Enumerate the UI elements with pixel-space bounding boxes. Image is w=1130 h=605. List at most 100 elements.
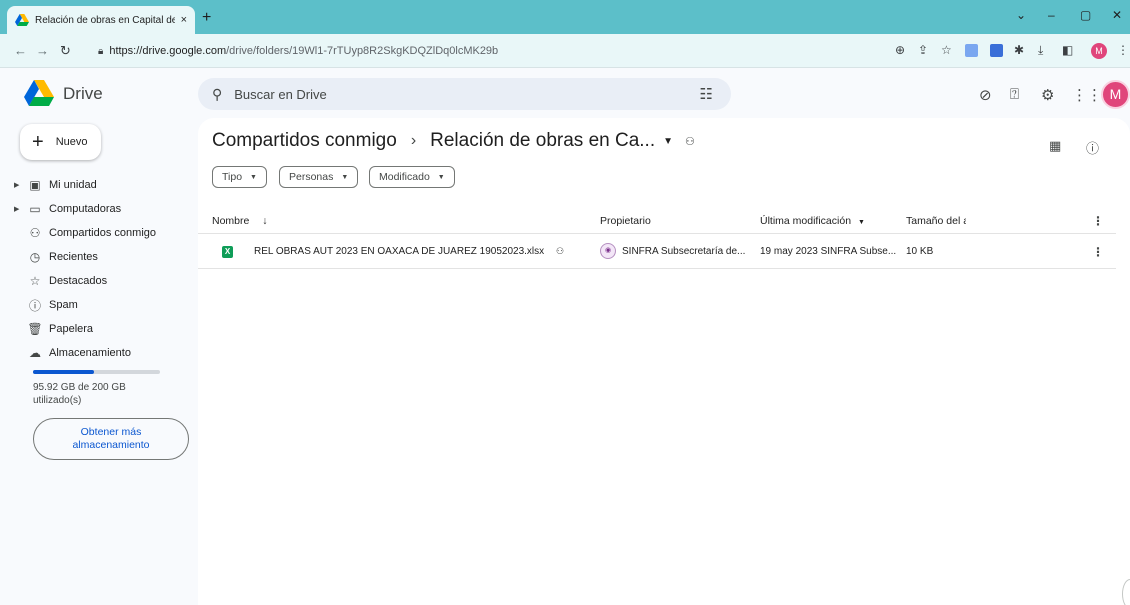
new-tab-button[interactable]: + — [202, 9, 211, 27]
address-bar[interactable]: 🔒︎ https://drive.google.com/drive/folder… — [88, 39, 888, 63]
download-icon[interactable]: ⤓ — [1038, 43, 1043, 58]
my-drive-icon: ▣ — [29, 178, 41, 192]
get-more-storage-button[interactable]: Obtener más almacenamiento — [33, 418, 189, 460]
sidebar-item-computers[interactable]: ▶ ▭ Computadoras — [14, 199, 121, 219]
chevron-down-icon: ▼ — [857, 219, 865, 226]
plus-icon: + — [32, 131, 44, 153]
lock-icon: 🔒︎ — [98, 45, 104, 57]
expand-caret-icon[interactable]: ▶ — [14, 181, 24, 189]
sidebar-item-storage[interactable]: ☁︎ Almacenamiento — [14, 343, 131, 363]
settings-gear-icon[interactable]: ⚙ — [1041, 86, 1054, 104]
sidebar-item-label: Almacenamiento — [49, 347, 131, 359]
drive-logo-icon[interactable] — [24, 80, 54, 106]
clock-icon: ◷ — [29, 250, 41, 264]
apps-grid-icon[interactable]: ⋮⋮ — [1072, 86, 1102, 104]
offline-ready-icon[interactable]: ⊘ — [979, 86, 992, 104]
breadcrumb-current-folder[interactable]: Relación de obras en Ca... — [430, 130, 655, 152]
sidebar-item-label: Mi unidad — [49, 179, 97, 191]
scroll-handle[interactable] — [1122, 579, 1130, 605]
url-host: https://drive.google.com — [109, 45, 227, 57]
sidebar-item-shared-with-me[interactable]: ⚇ Compartidos conmigo — [14, 223, 156, 243]
breadcrumb-parent[interactable]: Compartidos conmigo — [212, 130, 397, 152]
filter-type-chip[interactable]: Tipo ▼ — [212, 166, 267, 188]
info-icon[interactable]: ⓘ — [1086, 138, 1099, 157]
search-icon[interactable]: ⚲ — [212, 86, 222, 103]
chevron-down-icon: ▼ — [341, 173, 349, 181]
chevron-down-icon: ▼ — [437, 173, 445, 181]
account-avatar[interactable]: M — [1101, 80, 1130, 109]
storage-usage-text: 95.92 GB de 200 GB utilizado(s) — [33, 382, 126, 406]
filter-label: Tipo — [222, 171, 243, 183]
browser-toolbar: ← → ↻ 🔒︎ https://drive.google.com/drive/… — [0, 34, 1130, 68]
search-placeholder: Buscar en Drive — [234, 86, 327, 102]
sidebar-item-starred[interactable]: ☆ Destacados — [14, 271, 107, 291]
chevron-down-icon[interactable]: ▼ — [663, 136, 673, 147]
browser-profile-avatar[interactable]: M — [1091, 43, 1107, 59]
more-options-icon[interactable]: ⋮ — [1092, 214, 1104, 228]
sort-arrow-down-icon[interactable]: ↓ — [262, 215, 267, 227]
grid-view-icon[interactable]: ▦ — [1049, 138, 1061, 154]
extension-icon[interactable] — [990, 44, 1003, 57]
help-icon[interactable]: ⍰ — [1010, 86, 1019, 103]
sidebar-item-label: Computadoras — [49, 203, 122, 215]
filter-modified-chip[interactable]: Modificado ▼ — [369, 166, 455, 188]
column-header-modified[interactable]: Última modificación ▼ — [760, 215, 865, 227]
file-list-header: Nombre ↓ Propietario Última modificación… — [198, 208, 1116, 234]
search-options-icon[interactable]: ☷ — [700, 85, 713, 103]
search-input[interactable]: ⚲ Buscar en Drive ☷ — [198, 78, 731, 110]
excel-file-icon: X — [222, 246, 233, 258]
sidebar-item-recent[interactable]: ◷ Recientes — [14, 247, 98, 267]
minimize-icon[interactable]: – — [1048, 8, 1055, 22]
tab-close-icon[interactable]: × — [181, 14, 187, 26]
cloud-icon: ☁︎ — [29, 346, 41, 360]
sidebar-item-label: Papelera — [49, 323, 94, 335]
share-icon[interactable]: ⇪ — [918, 43, 928, 57]
restore-icon[interactable]: ▢ — [1080, 8, 1091, 22]
file-name[interactable]: REL OBRAS AUT 2023 EN OAXACA DE JUAREZ 1… — [254, 246, 554, 257]
storage-usage-fill — [33, 370, 94, 374]
breadcrumb: Compartidos conmigo › Relación de obras … — [212, 130, 695, 152]
reload-icon[interactable]: ↻ — [60, 43, 71, 59]
breadcrumb-separator: › — [410, 132, 417, 149]
app-name[interactable]: Drive — [63, 84, 103, 104]
sidebar-item-spam[interactable]: ⓘ Spam — [14, 295, 78, 315]
extensions-puzzle-icon[interactable]: ✱ — [1014, 43, 1024, 57]
filter-label: Personas — [289, 171, 334, 183]
back-arrow-icon[interactable]: ← — [14, 43, 27, 58]
more-options-icon[interactable]: ⋮ — [1092, 245, 1104, 259]
filter-label: Modificado — [379, 171, 430, 183]
tab-title: Relación de obras en Capital de — [35, 14, 175, 26]
sidebar-item-my-drive[interactable]: ▶ ▣ Mi unidad — [14, 175, 97, 195]
expand-caret-icon[interactable]: ▶ — [14, 205, 24, 213]
column-header-size[interactable]: Tamaño del a — [906, 215, 966, 227]
install-app-icon[interactable]: ⊕ — [895, 43, 905, 57]
new-button[interactable]: + Nuevo — [20, 124, 101, 160]
browser-menu-icon[interactable]: ⋮ — [1117, 43, 1129, 57]
forward-arrow-icon[interactable]: → — [36, 43, 49, 58]
table-row[interactable]: X REL OBRAS AUT 2023 EN OAXACA DE JUAREZ… — [198, 235, 1116, 269]
shared-folder-icon[interactable]: ⚇ — [685, 135, 695, 148]
storage-usage-bar — [33, 370, 160, 374]
spam-icon: ⓘ — [28, 298, 41, 313]
file-modified: 19 may 2023 SINFRA Subse... — [760, 246, 897, 257]
sidebar-item-label: Destacados — [49, 275, 108, 287]
side-panel-icon[interactable]: ◧ — [1062, 43, 1073, 57]
extension-icon[interactable] — [965, 44, 978, 57]
sidebar-item-label: Spam — [49, 299, 78, 311]
sidebar-item-trash[interactable]: 🗑︎ Papelera — [14, 319, 93, 339]
shared-icon: ⚇ — [29, 226, 41, 240]
filter-people-chip[interactable]: Personas ▼ — [279, 166, 359, 188]
shared-people-icon: ⚇ — [556, 246, 565, 256]
tab-search-chevron-icon[interactable]: ⌄ — [1016, 8, 1026, 22]
url-path: /drive/folders/19Wl1-7rTUyp8R2SkgKDQZlDq… — [226, 45, 499, 57]
window-close-icon[interactable]: ✕ — [1112, 8, 1122, 22]
chevron-down-icon: ▼ — [250, 173, 257, 181]
sidebar-item-label: Recientes — [49, 251, 98, 263]
column-header-label: Última modificación — [760, 215, 852, 227]
file-owner: SINFRA Subsecretaría de... — [622, 246, 746, 257]
browser-tab[interactable]: Relación de obras en Capital de × — [7, 6, 195, 34]
column-header-name[interactable]: Nombre ↓ — [212, 215, 268, 227]
file-size: 10 KB — [906, 246, 934, 257]
bookmark-star-icon[interactable]: ☆ — [941, 43, 952, 57]
column-header-owner[interactable]: Propietario — [600, 215, 651, 227]
